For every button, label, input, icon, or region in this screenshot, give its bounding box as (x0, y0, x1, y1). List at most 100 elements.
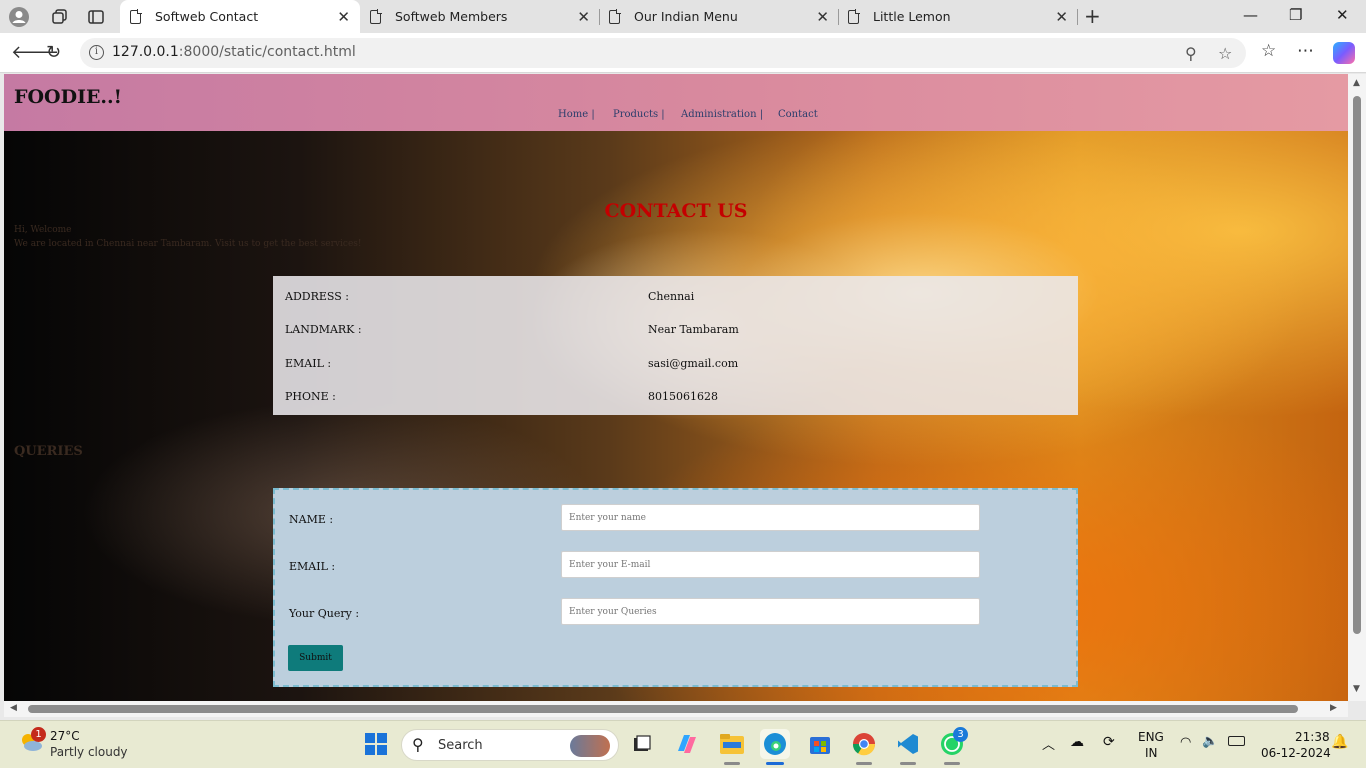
tab-actions-icon[interactable] (83, 4, 109, 30)
wifi-icon[interactable]: ◠ (1180, 735, 1191, 750)
weather-description[interactable]: Partly cloudy (50, 745, 128, 759)
chrome-icon[interactable] (849, 729, 879, 759)
info-value: Chennai (648, 290, 695, 303)
tab-title: Softweb Contact (155, 9, 259, 24)
store-icon[interactable] (805, 729, 835, 759)
edge-icon[interactable] (760, 729, 790, 759)
scroll-right-icon[interactable]: ▶ (1330, 703, 1337, 713)
clock-time[interactable]: 21:38 (1295, 730, 1330, 744)
welcome-text: Hi, Welcome (14, 225, 72, 235)
close-icon[interactable]: ✕ (337, 8, 350, 26)
file-explorer-icon[interactable] (717, 729, 747, 759)
tab-softweb-contact[interactable]: Softweb Contact ✕ (120, 0, 360, 33)
close-icon[interactable]: ✕ (577, 8, 590, 26)
active-indicator (766, 762, 784, 765)
running-indicator (900, 762, 916, 765)
restore-icon[interactable]: ❐ (1289, 6, 1302, 24)
vscode-icon[interactable] (893, 729, 923, 759)
site-info-icon[interactable]: i (89, 45, 104, 60)
search-label: Search (438, 738, 483, 753)
whatsapp-badge: 3 (953, 727, 968, 742)
volume-icon[interactable]: 🔈 (1202, 734, 1218, 749)
name-input[interactable] (561, 504, 980, 531)
info-row-address: ADDRESS : Chennai (273, 287, 1078, 307)
page-icon (609, 9, 621, 24)
tab-strip: Softweb Contact ✕ Softweb Members ✕ Our … (0, 0, 1366, 33)
nav-contact[interactable]: Contact (778, 109, 818, 120)
weather-temperature[interactable]: 27°C (50, 729, 80, 743)
close-icon[interactable]: ✕ (816, 8, 829, 26)
info-row-email: EMAIL : sasi@gmail.com (273, 354, 1078, 374)
task-view-icon[interactable] (627, 729, 657, 759)
battery-icon[interactable] (1228, 736, 1245, 746)
url-text[interactable]: 127.0.0.1:8000/static/contact.html (112, 44, 356, 60)
favorite-star-icon[interactable]: ☆ (1218, 44, 1232, 63)
workspaces-icon[interactable] (47, 4, 73, 30)
tab-little-lemon[interactable]: Little Lemon ✕ (838, 0, 1078, 33)
site-header: FOODIE..! Home | Products | Administrati… (4, 74, 1348, 131)
contact-info-table: ADDRESS : Chennai LANDMARK : Near Tambar… (273, 276, 1078, 415)
profile-icon[interactable] (6, 4, 32, 30)
tray-overflow-icon[interactable]: ︿ (1042, 734, 1055, 753)
running-indicator (856, 762, 872, 765)
page-icon (370, 9, 382, 24)
more-menu-icon[interactable]: ⋯ (1297, 41, 1314, 61)
query-form: NAME : EMAIL : Your Query : Submit (273, 488, 1078, 687)
info-row-landmark: LANDMARK : Near Tambaram (273, 320, 1078, 340)
onedrive-icon[interactable]: ☁ (1070, 734, 1084, 750)
queries-heading: QUERIES (14, 444, 83, 459)
query-label: Your Query : (289, 607, 360, 620)
tab-title: Softweb Members (395, 9, 508, 24)
horizontal-scrollbar[interactable]: ◀ ▶ (4, 701, 1348, 717)
address-row: 🡐 ↻ i 127.0.0.1:8000/static/contact.html… (0, 33, 1366, 73)
nav-administration[interactable]: Administration | (681, 109, 763, 120)
page-viewport: FOODIE..! Home | Products | Administrati… (4, 74, 1348, 701)
tab-our-indian-menu[interactable]: Our Indian Menu ✕ (599, 0, 839, 33)
search-icon: ⚲ (412, 735, 424, 754)
tab-title: Little Lemon (873, 9, 951, 24)
info-row-phone: PHONE : 8015061628 (273, 387, 1078, 407)
zoom-icon[interactable]: ⚲ (1185, 44, 1197, 63)
taskbar: 1 27°C Partly cloudy ⚲ Search 3 ︿ ☁ ⟳ EN… (0, 720, 1366, 768)
vertical-scrollbar[interactable]: ▲ ▼ (1348, 74, 1366, 701)
name-label: NAME : (289, 513, 334, 526)
nav-home[interactable]: Home | (558, 109, 595, 120)
region-indicator[interactable]: IN (1145, 746, 1158, 760)
submit-button[interactable]: Submit (288, 645, 343, 671)
email-input[interactable] (561, 551, 980, 578)
language-indicator[interactable]: ENG (1138, 730, 1164, 744)
query-input[interactable] (561, 598, 980, 625)
scroll-down-icon[interactable]: ▼ (1353, 684, 1360, 694)
copilot-icon[interactable] (1333, 42, 1355, 64)
refresh-icon[interactable]: ↻ (46, 42, 61, 63)
copilot-app-icon[interactable] (672, 729, 702, 759)
vertical-scroll-thumb[interactable] (1353, 96, 1361, 634)
info-label: EMAIL : (285, 357, 332, 370)
sync-icon[interactable]: ⟳ (1103, 734, 1115, 750)
start-icon[interactable] (361, 729, 391, 759)
location-text: We are located in Chennai near Tambaram.… (14, 239, 362, 249)
tab-divider (1077, 9, 1078, 25)
horizontal-scroll-thumb[interactable] (28, 705, 1298, 713)
nav-products[interactable]: Products | (613, 109, 665, 120)
taskbar-search[interactable]: ⚲ Search (401, 729, 619, 761)
scroll-up-icon[interactable]: ▲ (1353, 78, 1360, 88)
clock-date[interactable]: 06-12-2024 (1261, 746, 1331, 760)
tab-softweb-members[interactable]: Softweb Members ✕ (360, 0, 600, 33)
scroll-left-icon[interactable]: ◀ (10, 703, 17, 713)
tab-title: Our Indian Menu (634, 9, 738, 24)
minimize-icon[interactable]: — (1243, 6, 1258, 24)
close-icon[interactable]: ✕ (1055, 8, 1068, 26)
address-bar[interactable]: i 127.0.0.1:8000/static/contact.html ⚲ ☆ (80, 38, 1246, 68)
notification-bell-icon[interactable]: 🔔 (1331, 734, 1348, 750)
window-close-icon[interactable]: ✕ (1336, 6, 1349, 24)
favorites-icon[interactable]: ☆ (1261, 41, 1276, 61)
weather-badge: 1 (31, 727, 46, 742)
site-brand: FOODIE..! (14, 86, 123, 108)
info-label: LANDMARK : (285, 323, 362, 336)
info-value: sasi@gmail.com (648, 357, 739, 370)
running-indicator (944, 762, 960, 765)
email-label: EMAIL : (289, 560, 336, 573)
contact-title: CONTACT US (604, 200, 748, 222)
new-tab-icon[interactable]: + (1084, 4, 1101, 28)
